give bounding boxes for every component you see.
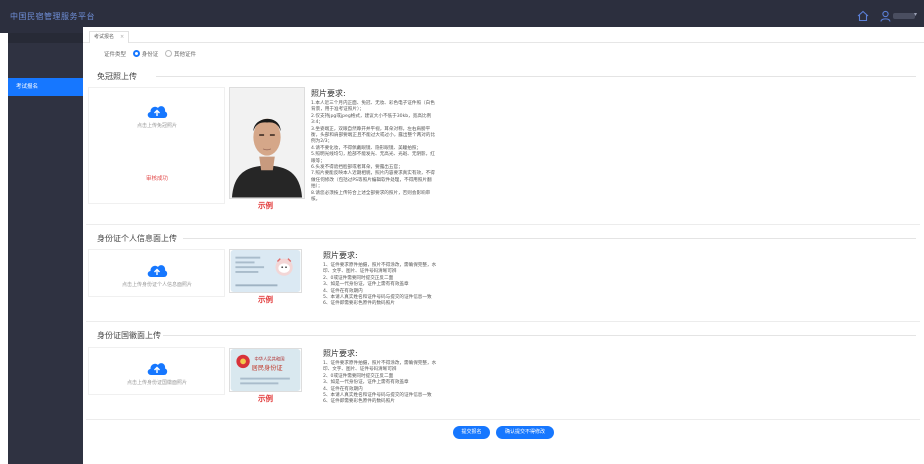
user-icon[interactable] bbox=[880, 10, 891, 22]
app-title: 中国民宿管理服务平台 bbox=[10, 12, 95, 21]
cloud-upload-icon bbox=[147, 363, 168, 375]
requirement-item: 7.照片要能反映本人近期相貌，照片内容要求真实有效，不得做任何修改（包括过PS等… bbox=[311, 171, 435, 190]
section-divider bbox=[183, 238, 916, 239]
portrait-upload-box[interactable]: 点击上传免冠照片 审核成功 bbox=[88, 87, 225, 204]
requirement-item: 6、证件即需要彩色原件的数码照片 bbox=[323, 399, 395, 405]
user-name-redacted[interactable] bbox=[893, 13, 915, 19]
section-separator bbox=[86, 419, 920, 420]
status-badge: 审核成功 bbox=[145, 176, 168, 182]
card-title-text: 居民身份证 bbox=[252, 364, 283, 372]
submit-registration-button[interactable]: 提交报名 bbox=[453, 426, 490, 439]
sidebar: 考试报名 bbox=[8, 33, 83, 464]
section-title-id-back: 身份证国徽面上传 bbox=[97, 331, 161, 340]
requirement-item: 6、证件即需要彩色原件的数码照片 bbox=[323, 301, 395, 307]
id-back-upload-text: 点击上传身份证国徽面照片 bbox=[126, 380, 187, 386]
section-title-portrait: 免冠照上传 bbox=[97, 72, 137, 81]
home-icon[interactable] bbox=[857, 10, 869, 22]
section-divider bbox=[156, 76, 916, 77]
requirement-item: 5.照明光线均匀，脸部不能发光、无高光、光斑、无阴影，红眼等； bbox=[311, 152, 435, 164]
requirements-title: 照片要求: bbox=[323, 349, 358, 358]
section-divider bbox=[163, 335, 916, 336]
cloud-upload-icon bbox=[147, 106, 168, 118]
radio-other-cert-label[interactable]: 其他证件 bbox=[174, 52, 196, 58]
close-icon[interactable]: × bbox=[120, 34, 124, 40]
radio-other-cert[interactable] bbox=[165, 50, 173, 57]
requirement-item: 8.请您必须按上传符合上述全部要求的照片，否则会影响审核。 bbox=[311, 190, 431, 203]
requirement-item: 2.仅支持jpg或jpeg格式，建议大小不低于30kb，宽高比例3:4； bbox=[311, 113, 432, 126]
sample-id-back-card: 中华人民共和国 居民身份证 bbox=[229, 348, 302, 392]
requirement-item: 1、证件要求原件拍摄，照片不得涂改，需确保完整，水印、文字、图片、证件号码清晰可… bbox=[323, 361, 437, 373]
requirement-item: 1.本人近三个月内正面、免冠、无妆、彩色电子证件照（白色背景，用于准考证照片）； bbox=[311, 101, 435, 113]
tab-bar: 考试报名 × bbox=[83, 27, 924, 43]
sample-id-front-card bbox=[229, 249, 302, 293]
sample-label: 示例 bbox=[258, 201, 273, 210]
tab-label: 考试报名 bbox=[94, 34, 115, 40]
left-edge bbox=[0, 33, 8, 464]
cloud-upload-icon bbox=[147, 265, 168, 277]
sample-label: 示例 bbox=[258, 394, 273, 403]
tab-exam-registration[interactable]: 考试报名 × bbox=[89, 31, 130, 43]
section-separator bbox=[86, 321, 920, 322]
requirement-item: 3.坐姿端正，双眼自然睁开并平视，耳朵对称，左右肩膀平衡，头部和肩部要端正且不能… bbox=[311, 126, 436, 145]
sidebar-header bbox=[8, 33, 83, 43]
cert-type-row: 证件类型 身份证 其他证件 bbox=[104, 49, 196, 61]
id-back-requirements: 照片要求: 1、证件要求原件拍摄，照片不得涂改，需确保完整，水印、文字、图片、证… bbox=[323, 349, 441, 406]
radio-id-card[interactable] bbox=[132, 50, 140, 57]
id-front-requirements: 照片要求: 1、证件要求原件拍摄，照片不得涂改，需确保完整，水印、文字、图片、证… bbox=[323, 251, 441, 308]
requirement-item: 1、证件要求原件拍摄，照片不得涂改，需确保完整，水印、文字、图片、证件号码清晰可… bbox=[323, 263, 437, 275]
radio-id-card-label[interactable]: 身份证 bbox=[142, 52, 159, 58]
confirm-submit-button[interactable]: 确认提交不得修改 bbox=[496, 426, 554, 439]
portrait-upload-text: 点击上传免冠照片 bbox=[136, 123, 177, 129]
card-emblem-text: 中华人民共和国 bbox=[255, 355, 285, 362]
portrait-requirements: 照片要求: 1.本人近三个月内正面、免冠、无妆、彩色电子证件照（白色背景，用于准… bbox=[311, 89, 439, 204]
requirements-title: 照片要求: bbox=[311, 89, 346, 98]
sample-portrait-photo bbox=[229, 87, 305, 199]
chevron-down-icon[interactable]: ▾ bbox=[914, 11, 917, 18]
sample-label: 示例 bbox=[258, 295, 273, 304]
id-front-upload-text: 点击上传身份证个人信息面照片 bbox=[121, 282, 192, 288]
requirements-title: 照片要求: bbox=[323, 251, 358, 260]
sidebar-item-exam-registration[interactable]: 考试报名 bbox=[8, 78, 83, 96]
cert-type-label: 证件类型 bbox=[104, 52, 127, 58]
section-separator bbox=[86, 224, 920, 225]
id-front-upload-box[interactable]: 点击上传身份证个人信息面照片 bbox=[88, 249, 225, 297]
section-title-id-front: 身份证个人信息面上传 bbox=[97, 234, 177, 243]
id-back-upload-box[interactable]: 点击上传身份证国徽面照片 bbox=[88, 347, 225, 395]
